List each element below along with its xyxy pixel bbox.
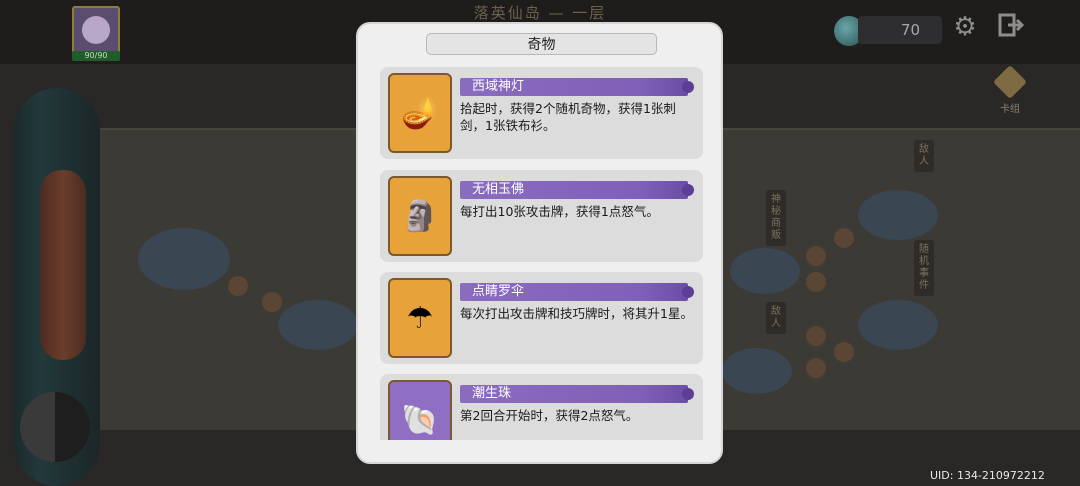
map-node[interactable] xyxy=(722,348,792,394)
map-node[interactable] xyxy=(138,228,230,290)
path-dot xyxy=(806,246,826,266)
relic-item[interactable]: 🐚 潮生珠 第2回合开始时，获得2点怒气。 xyxy=(380,374,703,440)
coin-count: 70 xyxy=(858,16,942,44)
map-title: 落英仙岛 — 一层 xyxy=(473,4,607,22)
relic-item[interactable]: 🪔 西域神灯 拾起时，获得2个随机奇物，获得1张刺剑，1张铁布衫。 xyxy=(380,67,703,159)
hp-bar: 90/90 xyxy=(72,51,120,61)
relic-name: 无相玉佛 xyxy=(460,181,694,199)
relic-name: 潮生珠 xyxy=(460,385,694,403)
node-tag-enemy: 敌人 xyxy=(766,302,786,334)
map-node[interactable] xyxy=(858,190,938,240)
path-dot xyxy=(262,292,282,312)
deck-icon xyxy=(993,65,1027,99)
map-node[interactable] xyxy=(858,300,938,350)
node-tag-enemy: 敌人 xyxy=(914,140,934,172)
relic-item[interactable]: 🗿 无相玉佛 每打出10张攻击牌，获得1点怒气。 xyxy=(380,170,703,262)
relic-description: 第2回合开始时，获得2点怒气。 xyxy=(460,408,639,423)
player-avatar[interactable] xyxy=(72,6,120,54)
path-dot xyxy=(806,326,826,346)
node-tag-merchant: 神秘商贩 xyxy=(766,190,786,246)
exit-icon xyxy=(998,13,1025,37)
uid-label: UID: 134-210972212 xyxy=(930,469,1045,482)
path-dot xyxy=(834,342,854,362)
deck-label: 卡组 xyxy=(1000,104,1020,115)
modal-title: 奇物 xyxy=(426,33,657,55)
path-dot xyxy=(228,276,248,296)
scroll-progress xyxy=(40,170,86,360)
map-node[interactable] xyxy=(730,248,800,294)
relic-list[interactable]: 奇物 🪔 西域神灯 拾起时，获得2个随机奇物，获得1张刺剑，1张铁布衫。 🗿 无… xyxy=(358,24,721,440)
yinyang-icon xyxy=(20,392,90,462)
relic-name: 西域神灯 xyxy=(460,78,694,96)
path-dot xyxy=(806,272,826,292)
map-node[interactable] xyxy=(278,300,358,350)
relic-description: 每次打出攻击牌和技巧牌时，将其升1星。 xyxy=(460,306,693,321)
relic-name: 点睛罗伞 xyxy=(460,283,694,301)
deck-button[interactable]: 卡组 xyxy=(990,65,1030,116)
gear-icon: ⚙ xyxy=(953,12,977,42)
relics-modal: 奇物 🪔 西域神灯 拾起时，获得2个随机奇物，获得1张刺剑，1张铁布衫。 🗿 无… xyxy=(356,22,723,464)
settings-button[interactable]: ⚙ xyxy=(950,12,980,42)
pearl-shell-icon: 🐚 xyxy=(388,380,452,440)
magic-lamp-icon: 🪔 xyxy=(388,73,452,153)
node-tag-event: 随机事件 xyxy=(914,240,934,296)
jade-buddha-icon: 🗿 xyxy=(388,176,452,256)
exit-button[interactable] xyxy=(996,12,1026,42)
path-dot xyxy=(834,228,854,248)
umbrella-icon: ☂ xyxy=(388,278,452,358)
relic-item[interactable]: ☂ 点睛罗伞 每次打出攻击牌和技巧牌时，将其升1星。 xyxy=(380,272,703,364)
relic-description: 拾起时，获得2个随机奇物，获得1张刺剑，1张铁布衫。 xyxy=(460,101,676,133)
avatar-face-icon xyxy=(82,16,110,44)
path-dot xyxy=(806,358,826,378)
relic-description: 每打出10张攻击牌，获得1点怒气。 xyxy=(460,204,659,219)
